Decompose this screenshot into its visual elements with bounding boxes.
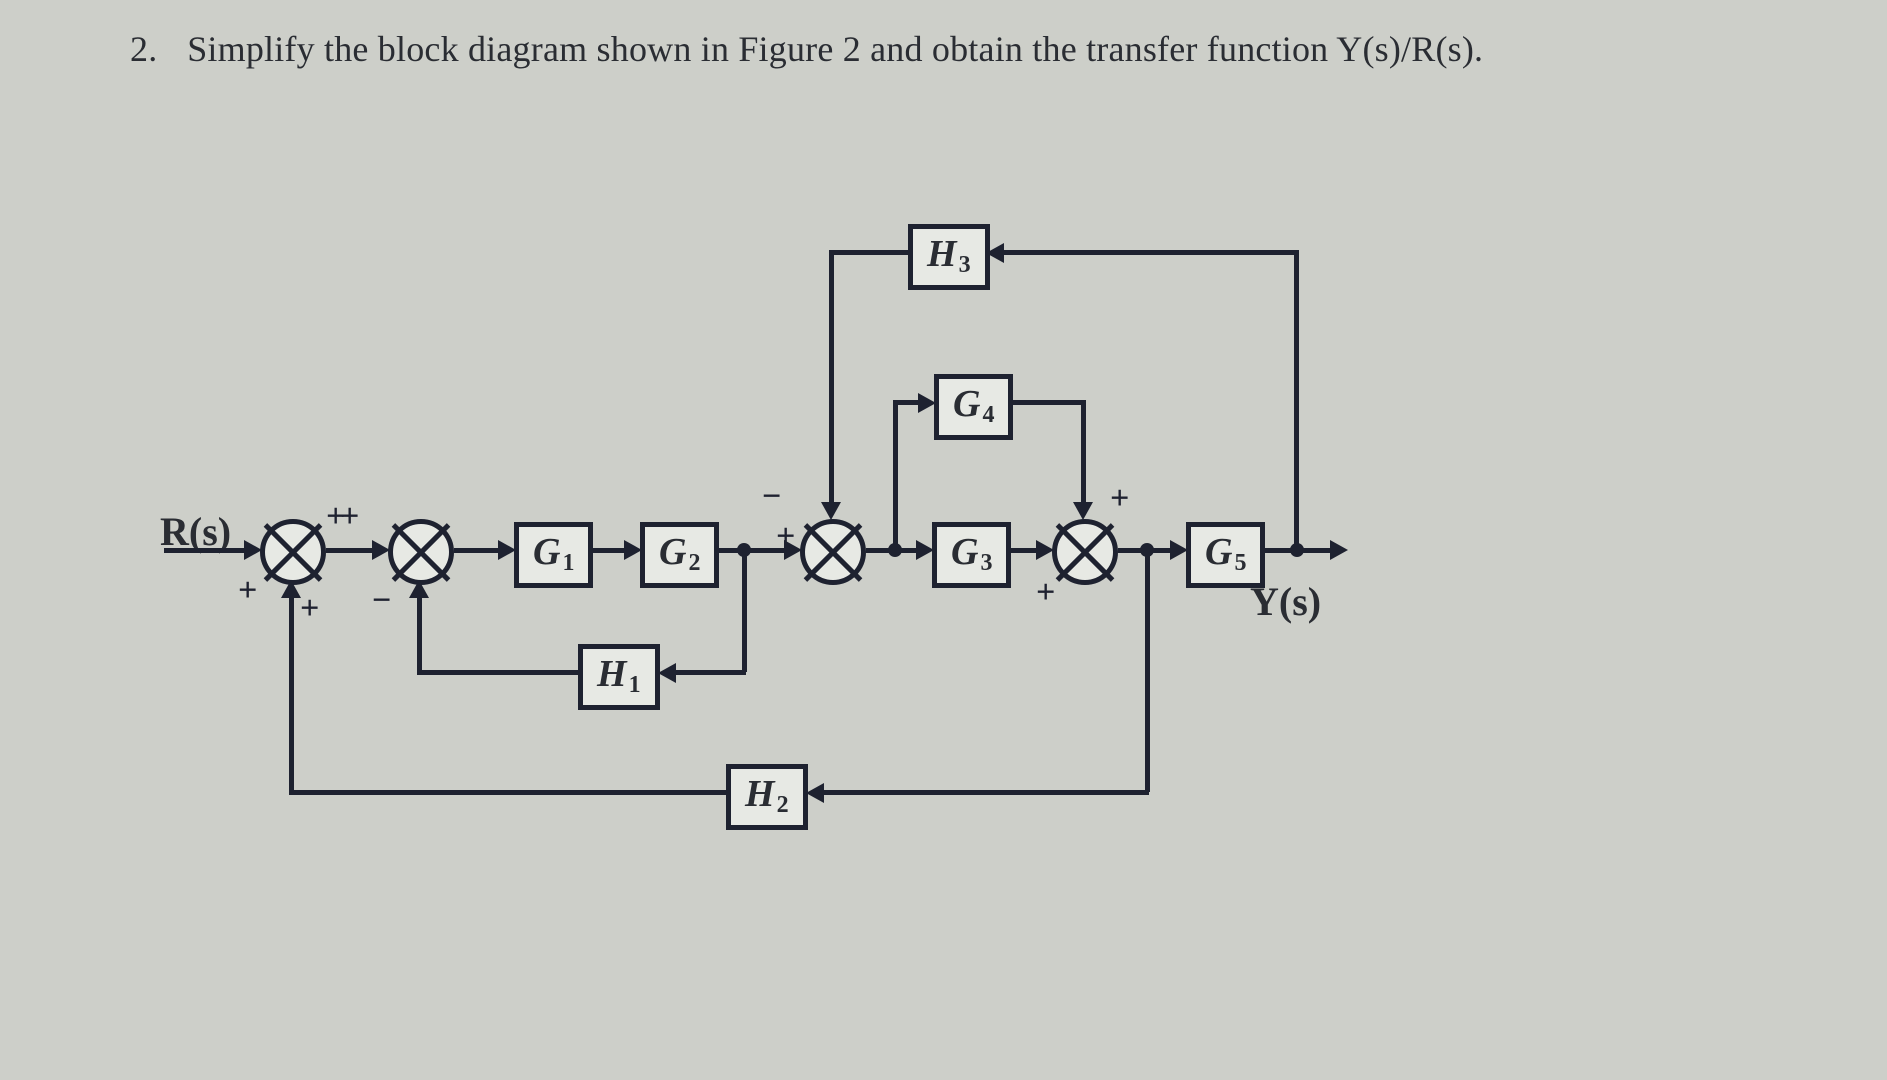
arrow-into-h1	[658, 663, 676, 683]
g3-sub: 3	[978, 550, 992, 576]
h1-sub: 1	[627, 672, 641, 698]
sum2-sign-tr: +	[340, 498, 359, 536]
arrow-h3-into-sum3	[821, 502, 841, 520]
block-g3: G3	[932, 522, 1011, 588]
arrow-h2-into-sum1	[281, 580, 301, 598]
h2-base: H	[745, 773, 775, 815]
g4-sub: 4	[980, 402, 994, 428]
question-number: 2.	[130, 28, 178, 70]
arrow-into-h2	[806, 783, 824, 803]
sum-1	[260, 519, 326, 585]
g4-base: G	[953, 383, 980, 425]
sum4-sign-bl: +	[1036, 574, 1055, 612]
block-h2: H2	[726, 764, 808, 830]
sum-3	[800, 519, 866, 585]
block-diagram: R(s) Y(s) + + + + − G1 G2	[140, 150, 1340, 910]
g2-base: G	[659, 531, 686, 573]
h1-base: H	[597, 653, 627, 695]
sum4-sign-tr: +	[1110, 480, 1129, 518]
arrow-h1-into-sum2	[409, 580, 429, 598]
block-h3: H3	[908, 224, 990, 290]
g2-sub: 2	[686, 550, 700, 576]
question-body: Simplify the block diagram shown in Figu…	[187, 29, 1483, 69]
sum1-sign-bl: +	[238, 572, 257, 610]
g1-base: G	[533, 531, 560, 573]
h2-sub: 2	[775, 792, 789, 818]
question-text: 2. Simplify the block diagram shown in F…	[130, 28, 1483, 70]
sum1-sign-br: +	[300, 590, 319, 628]
sum3-sign-tl: −	[762, 478, 781, 516]
arrow-g4-into-sum4	[1073, 502, 1093, 520]
g1-sub: 1	[560, 550, 574, 576]
sum2-sign-bl: −	[372, 582, 391, 620]
block-g2: G2	[640, 522, 719, 588]
arrow-output	[1330, 540, 1348, 560]
sum3-sign-bl: +	[776, 518, 795, 556]
h3-sub: 3	[957, 252, 971, 278]
block-g1: G1	[514, 522, 593, 588]
block-g5: G5	[1186, 522, 1265, 588]
g3-base: G	[951, 531, 978, 573]
g5-sub: 5	[1232, 550, 1246, 576]
block-g4: G4	[934, 374, 1013, 440]
g5-base: G	[1205, 531, 1232, 573]
sum-2	[388, 519, 454, 585]
block-h1: H1	[578, 644, 660, 710]
sum-4	[1052, 519, 1118, 585]
h3-base: H	[927, 233, 957, 275]
